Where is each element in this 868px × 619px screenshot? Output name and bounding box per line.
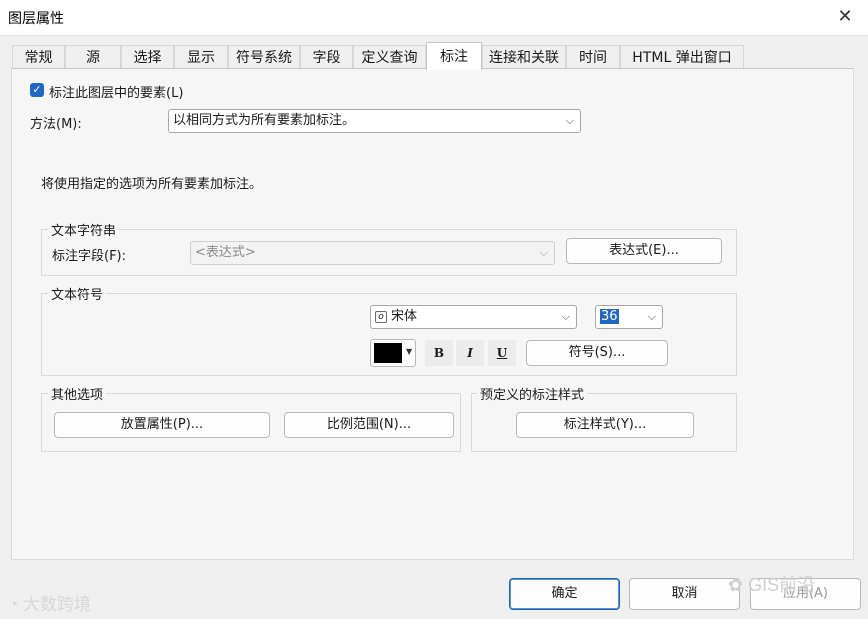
caret-down-icon: ▼ xyxy=(406,347,413,356)
title-bar xyxy=(0,0,868,36)
text-string-group-title: 文本字符串 xyxy=(48,220,120,239)
scale-range-button[interactable]: 比例范围(N)... xyxy=(284,412,454,438)
wechat-icon: ✿ xyxy=(728,575,744,595)
font-select[interactable]: o 宋体 ⌵ xyxy=(370,305,577,329)
tab-source[interactable]: 源 xyxy=(65,45,121,69)
watermark-right: ✿ GIS前沿 xyxy=(728,571,815,597)
label-styles-button[interactable]: 标注样式(Y)... xyxy=(516,412,694,438)
expression-button[interactable]: 表达式(E)... xyxy=(566,238,722,264)
tab-display[interactable]: 显示 xyxy=(174,45,228,69)
chevron-down-icon: ⌵ xyxy=(561,310,570,323)
tab-fields[interactable]: 字段 xyxy=(300,45,353,69)
tab-selection[interactable]: 选择 xyxy=(121,45,174,69)
label-field-select[interactable]: <表达式> ⌵ xyxy=(190,241,555,265)
label-field-label: 标注字段(F): xyxy=(52,249,127,264)
label-field-value: <表达式> xyxy=(195,245,256,260)
close-icon[interactable]: ✕ xyxy=(830,4,860,30)
color-swatch xyxy=(374,343,402,363)
bold-button[interactable]: B xyxy=(425,340,453,366)
chevron-down-icon: ⌵ xyxy=(565,114,574,127)
label-features-checkbox-label: 标注此图层中的要素(L) xyxy=(49,86,184,101)
watermark-right-text: GIS前沿 xyxy=(748,575,816,595)
font-size-value: 36 xyxy=(600,309,619,324)
chevron-down-icon: ⌵ xyxy=(647,310,656,323)
tab-definition-query[interactable]: 定义查询 xyxy=(353,45,426,69)
info-text: 将使用指定的选项为所有要素加标注。 xyxy=(41,177,263,192)
text-symbol-group-title: 文本符号 xyxy=(48,284,107,303)
tab-time[interactable]: 时间 xyxy=(566,45,620,69)
method-select-value: 以相同方式为所有要素加标注。 xyxy=(173,113,356,128)
predefined-style-group-title: 预定义的标注样式 xyxy=(477,384,588,403)
method-label: 方法(M): xyxy=(30,117,82,132)
watermark-left-text: 大数跨境 xyxy=(23,595,92,614)
tab-symbology[interactable]: 符号系统 xyxy=(228,45,300,69)
tab-labels[interactable]: 标注 xyxy=(426,42,482,70)
cancel-button[interactable]: 取消 xyxy=(629,578,740,610)
tab-joins-relates[interactable]: 连接和关联 xyxy=(482,45,566,69)
font-select-value: 宋体 xyxy=(391,309,418,324)
underline-button[interactable]: U xyxy=(488,340,516,366)
color-picker-button[interactable]: ▼ xyxy=(370,339,416,367)
tab-general[interactable]: 常规 xyxy=(12,45,65,69)
window-title: 图层属性 xyxy=(8,11,64,27)
watermark-logo-icon: ◔ xyxy=(8,595,19,614)
label-features-checkbox[interactable]: ✓ xyxy=(30,83,44,97)
tab-html-popup[interactable]: HTML 弹出窗口 xyxy=(620,45,744,69)
placement-properties-button[interactable]: 放置属性(P)... xyxy=(54,412,270,438)
opentype-font-icon: o xyxy=(375,311,387,323)
italic-button[interactable]: I xyxy=(456,340,484,366)
watermark-left: ◔ 大数跨境 xyxy=(8,590,91,615)
other-options-group-title: 其他选项 xyxy=(48,384,107,403)
chevron-down-icon: ⌵ xyxy=(539,246,548,259)
ok-button[interactable]: 确定 xyxy=(509,578,620,610)
font-size-select[interactable]: 36 ⌵ xyxy=(595,305,663,329)
symbol-button[interactable]: 符号(S)... xyxy=(526,340,668,366)
method-select[interactable]: 以相同方式为所有要素加标注。 ⌵ xyxy=(168,109,581,133)
